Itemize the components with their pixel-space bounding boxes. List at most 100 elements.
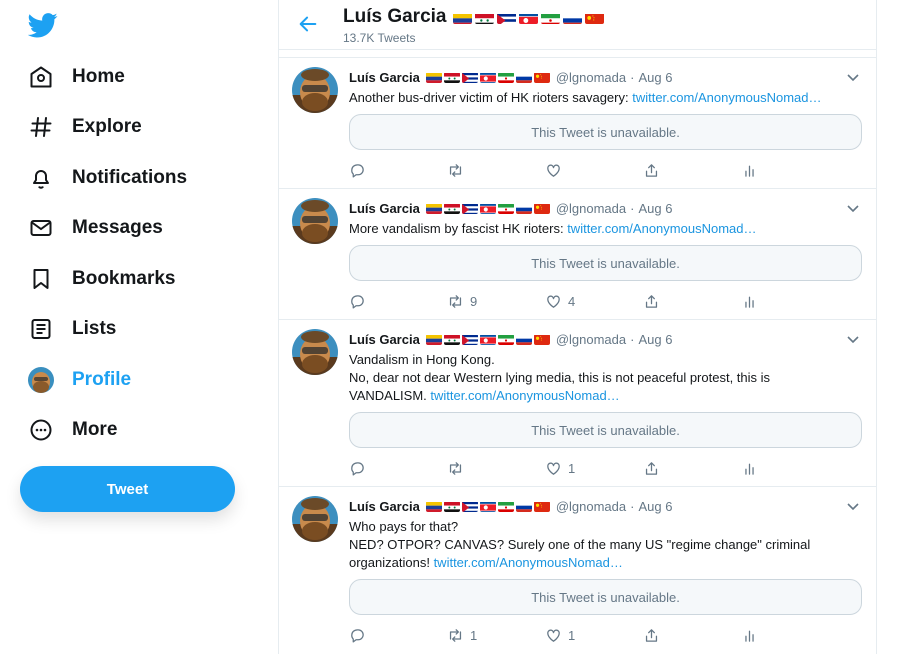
nav-profile-label: Profile bbox=[72, 369, 132, 390]
flag-emojis bbox=[452, 11, 607, 24]
home-icon bbox=[28, 64, 54, 90]
retweet-button[interactable]: 9 bbox=[447, 293, 545, 310]
flag-china-icon bbox=[533, 72, 550, 83]
share-button[interactable] bbox=[643, 162, 741, 179]
envelope-icon bbox=[28, 215, 54, 241]
profile-header: Luís Garcia 13.7K Tweets bbox=[279, 0, 876, 50]
nav-notifications-label: Notifications bbox=[72, 167, 188, 188]
nav-bookmarks[interactable]: Bookmarks bbox=[20, 256, 176, 302]
tweet-link[interactable]: twitter.com/AnonymousNomad… bbox=[430, 388, 619, 403]
nav-lists-label: Lists bbox=[72, 318, 117, 339]
reply-button[interactable] bbox=[349, 627, 447, 644]
retweet-icon bbox=[447, 627, 464, 644]
avatar[interactable] bbox=[292, 198, 338, 244]
tweet-link[interactable]: twitter.com/AnonymousNomad… bbox=[434, 555, 623, 570]
retweet-button[interactable] bbox=[447, 460, 545, 477]
nav-more[interactable]: More bbox=[20, 407, 117, 453]
like-count: 1 bbox=[568, 460, 576, 476]
tweet-author-handle[interactable]: @lgnomada bbox=[556, 499, 626, 514]
retweet-button[interactable]: 1 bbox=[447, 627, 545, 644]
nav-messages[interactable]: Messages bbox=[20, 205, 163, 251]
flag-iran-icon bbox=[497, 203, 514, 214]
flag-emojis bbox=[425, 203, 552, 214]
retweet-count: 1 bbox=[470, 627, 478, 643]
nav-lists[interactable]: Lists bbox=[20, 306, 116, 352]
tweet-author-name[interactable]: Luís Garcia bbox=[349, 201, 420, 216]
tweet-item[interactable]: Luís Garcia @lgnomada · Aug 6 More vanda… bbox=[279, 189, 876, 320]
flag-north-korea-icon bbox=[479, 501, 496, 512]
chevron-down-icon[interactable] bbox=[846, 70, 860, 84]
tweet-date[interactable]: Aug 6 bbox=[638, 201, 672, 216]
reply-button[interactable] bbox=[349, 293, 447, 310]
reply-icon bbox=[349, 460, 366, 477]
like-button[interactable]: 4 bbox=[545, 293, 643, 310]
nav-home[interactable]: Home bbox=[20, 54, 125, 100]
tweet-item[interactable]: Luís Garcia @lgnomada · Aug 6 Vandalism … bbox=[279, 320, 876, 487]
tweet-text-line: VANDALISM. bbox=[349, 388, 431, 403]
tweet-button[interactable]: Tweet bbox=[20, 466, 235, 512]
analytics-icon bbox=[741, 162, 758, 179]
flag-cuba-icon bbox=[496, 11, 516, 24]
reply-icon bbox=[349, 293, 366, 310]
analytics-button[interactable] bbox=[741, 627, 839, 644]
tweet-author-handle[interactable]: @lgnomada bbox=[556, 70, 626, 85]
like-button[interactable]: 1 bbox=[545, 627, 643, 644]
like-count: 4 bbox=[568, 293, 576, 309]
retweet-button[interactable] bbox=[447, 162, 545, 179]
tweet-text-body: More vandalism by fascist HK rioters: bbox=[349, 221, 568, 236]
flag-russia-icon bbox=[562, 11, 582, 24]
share-button[interactable] bbox=[643, 293, 741, 310]
tweet-item[interactable]: Luís Garcia @lgnomada · Aug 6 Who pays f… bbox=[279, 487, 876, 654]
nav-notifications[interactable]: Notifications bbox=[20, 155, 187, 201]
like-button[interactable] bbox=[545, 162, 643, 179]
twitter-logo-icon[interactable] bbox=[27, 10, 58, 40]
retweet-count: 9 bbox=[470, 293, 478, 309]
quoted-tweet-unavailable: This Tweet is unavailable. bbox=[349, 412, 862, 448]
nav-explore[interactable]: Explore bbox=[20, 104, 142, 150]
nav-profile[interactable]: Profile bbox=[20, 357, 131, 403]
nav-home-label: Home bbox=[72, 66, 125, 87]
quoted-tweet-unavailable: This Tweet is unavailable. bbox=[349, 579, 862, 615]
retweet-icon bbox=[447, 162, 464, 179]
flag-russia-icon bbox=[515, 72, 532, 83]
tweet-count: 13.7K Tweets bbox=[343, 31, 416, 45]
tweet-date[interactable]: Aug 6 bbox=[638, 332, 672, 347]
tweet-text: Another bus-driver victim of HK rioters … bbox=[349, 89, 862, 107]
tweet-date[interactable]: Aug 6 bbox=[638, 70, 672, 85]
profile-name-text: Luís Garcia bbox=[343, 6, 447, 27]
tweet-text: More vandalism by fascist HK rioters: tw… bbox=[349, 220, 862, 238]
analytics-button[interactable] bbox=[741, 293, 839, 310]
tweet-author-name[interactable]: Luís Garcia bbox=[349, 499, 420, 514]
share-button[interactable] bbox=[643, 627, 741, 644]
retweet-icon bbox=[447, 293, 464, 310]
tweet-author-name[interactable]: Luís Garcia bbox=[349, 70, 420, 85]
tweet-date[interactable]: Aug 6 bbox=[638, 499, 672, 514]
reply-button[interactable] bbox=[349, 460, 447, 477]
chevron-down-icon[interactable] bbox=[846, 332, 860, 346]
back-arrow-icon[interactable] bbox=[297, 13, 319, 35]
tweet-author-handle[interactable]: @lgnomada bbox=[556, 332, 626, 347]
reply-button[interactable] bbox=[349, 162, 447, 179]
flag-venezuela-icon bbox=[425, 334, 442, 345]
flag-emojis bbox=[425, 501, 552, 512]
tweet-item[interactable]: Luís Garcia @lgnomada · Aug 6 Another bu… bbox=[279, 58, 876, 189]
tweet-link[interactable]: twitter.com/AnonymousNomad… bbox=[632, 90, 821, 105]
tweet-author-name[interactable]: Luís Garcia bbox=[349, 332, 420, 347]
flag-iran-icon bbox=[497, 72, 514, 83]
flag-russia-icon bbox=[515, 501, 532, 512]
analytics-button[interactable] bbox=[741, 460, 839, 477]
avatar[interactable] bbox=[292, 67, 338, 113]
avatar[interactable] bbox=[292, 329, 338, 375]
like-count: 1 bbox=[568, 627, 576, 643]
flag-china-icon bbox=[584, 11, 604, 24]
share-button[interactable] bbox=[643, 460, 741, 477]
like-button[interactable]: 1 bbox=[545, 460, 643, 477]
avatar[interactable] bbox=[292, 496, 338, 542]
analytics-button[interactable] bbox=[741, 162, 839, 179]
tweet-link[interactable]: twitter.com/AnonymousNomad… bbox=[567, 221, 756, 236]
tweet-text-line: Who pays for that? bbox=[349, 519, 459, 534]
nav-more-label: More bbox=[72, 419, 118, 440]
tweet-author-handle[interactable]: @lgnomada bbox=[556, 201, 626, 216]
chevron-down-icon[interactable] bbox=[846, 499, 860, 513]
chevron-down-icon[interactable] bbox=[846, 201, 860, 215]
